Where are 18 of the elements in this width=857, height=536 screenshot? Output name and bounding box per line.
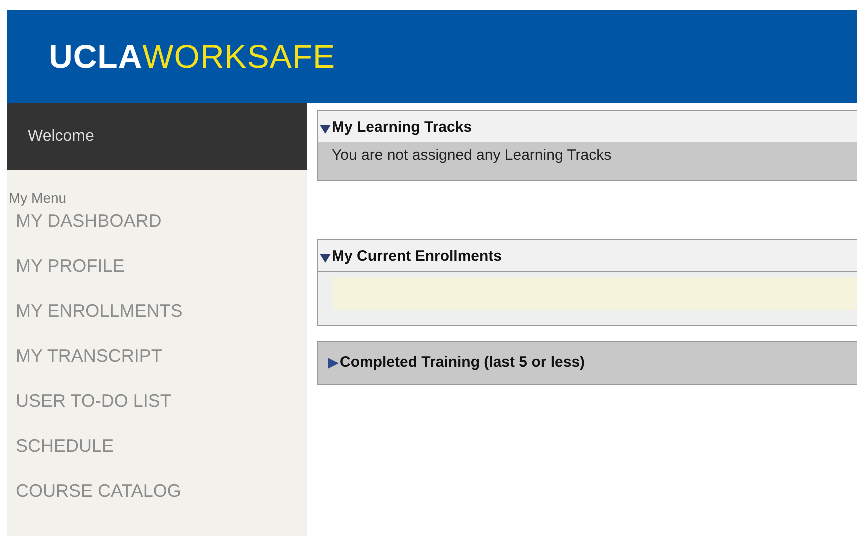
menu-link[interactable]: MY DASHBOARD	[7, 209, 307, 254]
panel-title: Completed Training (last 5 or less)	[340, 354, 586, 370]
menu-link[interactable]: COURSE CATALOG	[7, 479, 307, 524]
menu-link[interactable]: SCHEDULE	[7, 434, 307, 479]
menu-link[interactable]: MY TRANSCRIPT	[7, 344, 307, 389]
welcome-text: Welcome	[28, 126, 94, 146]
panel-header[interactable]: My Current Enrollments	[318, 240, 857, 270]
panel-message: You are not assigned any Learning Tracks	[332, 146, 612, 164]
menu-title: My Menu	[8, 189, 68, 208]
menu-link[interactable]: MY ENROLLMENTS	[7, 299, 307, 344]
expand-triangle-icon[interactable]	[328, 356, 339, 370]
panel-header[interactable]: My Learning Tracks	[318, 111, 857, 142]
panel-header[interactable]: Completed Training (last 5 or less)	[318, 342, 857, 384]
menu-link[interactable]: USER TO-DO LIST	[7, 389, 307, 434]
panel-title: My Current Enrollments	[332, 248, 502, 265]
panel-title: My Learning Tracks	[332, 119, 472, 136]
logo: UCLAWORKSAFE	[49, 36, 336, 77]
menu-link[interactable]: MY PROFILE	[7, 254, 307, 299]
